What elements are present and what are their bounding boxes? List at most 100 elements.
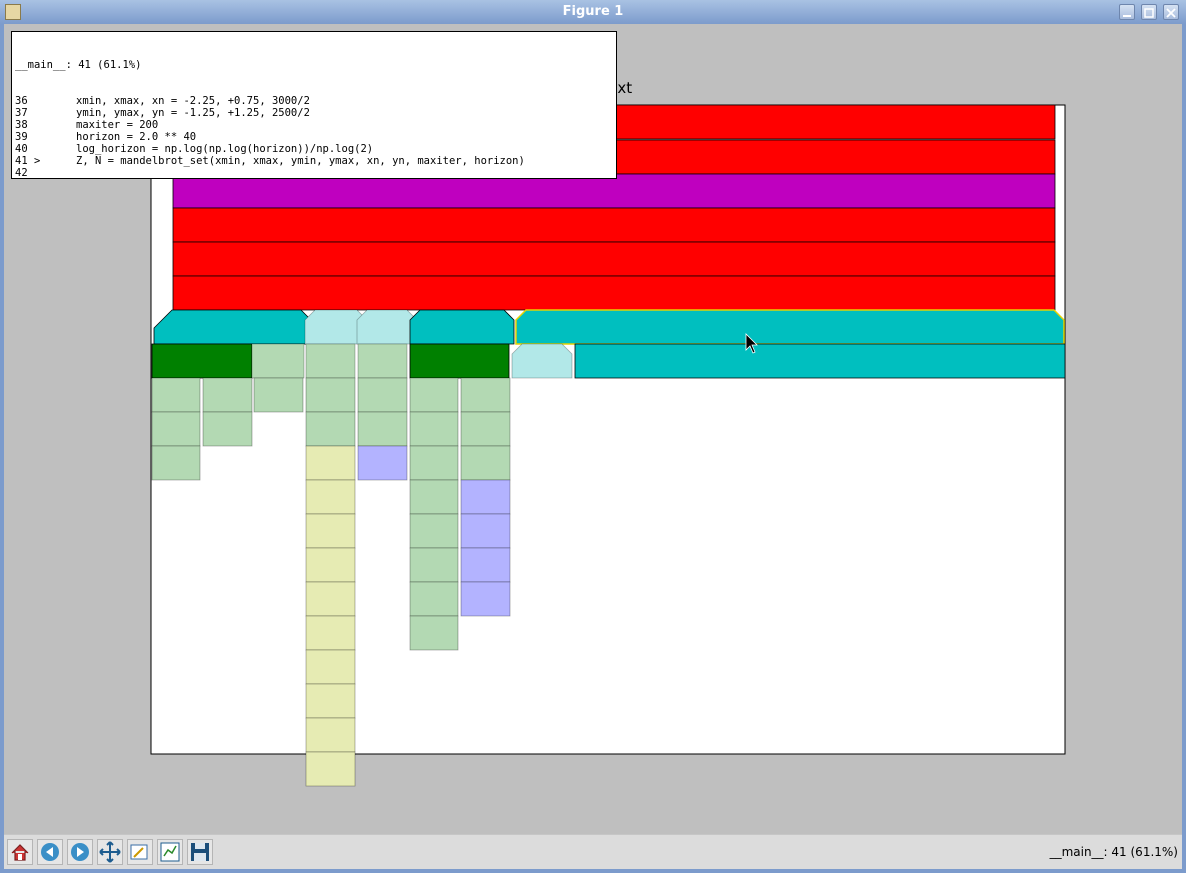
flame-block-dark-green[interactable] — [409, 343, 510, 379]
flame-block-light[interactable] — [460, 411, 511, 447]
minimize-button[interactable] — [1119, 4, 1135, 20]
home-button[interactable] — [7, 839, 33, 865]
tooltip-header: __main__: 41 (61.1%) — [15, 59, 142, 71]
close-icon — [1166, 8, 1176, 18]
tooltip-code-line: 39 horizon = 2.0 ** 40 — [15, 131, 616, 143]
flame-block-light-cyan[interactable] — [356, 309, 418, 345]
window-frame-right — [1182, 24, 1186, 873]
line-number: 39 — [15, 131, 28, 143]
subplots-icon — [160, 842, 180, 862]
flame-block-top[interactable] — [172, 173, 1056, 209]
flame-block-cyan-highlighted[interactable] — [515, 309, 1065, 345]
flame-block-light[interactable] — [460, 479, 511, 515]
flame-block-light[interactable] — [409, 513, 459, 549]
tooltip-code-line: 41 > Z, N = mandelbrot_set(xmin, xmax, ym… — [15, 155, 616, 167]
window-title: Figure 1 — [562, 4, 624, 19]
flame-block-light[interactable] — [460, 377, 511, 413]
flame-block-light[interactable] — [409, 479, 459, 515]
configure-subplots-button[interactable] — [157, 839, 183, 865]
floppy-disk-icon — [191, 843, 209, 861]
line-code: horizon = 2.0 ** 40 — [76, 131, 197, 143]
flame-block-light[interactable] — [305, 513, 356, 549]
flame-block-light[interactable] — [253, 377, 304, 413]
move-icon — [99, 841, 121, 863]
flame-block-light[interactable] — [305, 717, 356, 753]
flame-block-light[interactable] — [460, 581, 511, 617]
tooltip-code-line: 40 log_horizon = np.log(np.log(horizon))/… — [15, 143, 616, 155]
flame-block-top[interactable] — [172, 275, 1056, 311]
line-number: 41 > — [15, 155, 41, 167]
forward-arrow-icon — [71, 843, 89, 861]
flame-block-cyan[interactable] — [153, 309, 320, 345]
flame-block-light[interactable] — [305, 751, 356, 787]
flame-block-light[interactable] — [305, 377, 356, 413]
flame-block-light[interactable] — [409, 615, 459, 651]
flame-block-light[interactable] — [305, 547, 356, 583]
window-frame-bottom — [0, 869, 1186, 873]
line-code: xmin, xmax, xn = -2.25, +0.75, 3000/2 — [76, 95, 310, 107]
flame-block-light[interactable] — [409, 581, 459, 617]
pan-button[interactable] — [97, 839, 123, 865]
flame-block-cyan[interactable] — [574, 343, 1066, 379]
flame-block-light[interactable] — [305, 581, 356, 617]
flame-block-light[interactable] — [202, 377, 253, 413]
maximize-icon — [1144, 8, 1154, 18]
flame-block-dark-green[interactable] — [151, 343, 253, 379]
tooltip-code-line: 36 xmin, xmax, xn = -2.25, +0.75, 3000/2 — [15, 95, 616, 107]
flame-block-light[interactable] — [151, 411, 201, 447]
close-button[interactable] — [1163, 4, 1179, 20]
flame-block-light[interactable] — [409, 377, 459, 413]
flame-block-light-green[interactable] — [357, 343, 408, 379]
tooltip-code-line: 37 ymin, ymax, yn = -1.25, +1.25, 2500/2 — [15, 107, 616, 119]
flame-block-light[interactable] — [357, 445, 408, 481]
flame-block-top[interactable] — [172, 207, 1056, 243]
flame-block-light[interactable] — [151, 377, 201, 413]
flame-block-light[interactable] — [202, 411, 253, 447]
flame-block-light[interactable] — [305, 411, 356, 447]
line-code: ymin, ymax, yn = -1.25, +1.25, 2500/2 — [76, 107, 310, 119]
line-code: maxiter = 200 — [76, 119, 159, 131]
flame-block-light[interactable] — [357, 377, 408, 413]
flame-block-light-green[interactable] — [251, 343, 305, 379]
flame-block-light[interactable] — [460, 445, 511, 481]
line-number: 38 — [15, 119, 28, 131]
forward-button[interactable] — [67, 839, 93, 865]
line-number: 36 — [15, 95, 28, 107]
save-button[interactable] — [187, 839, 213, 865]
home-icon — [11, 844, 29, 861]
flame-block-light[interactable] — [305, 615, 356, 651]
line-number: 42 — [15, 167, 28, 179]
flame-block-light[interactable] — [305, 683, 356, 719]
back-button[interactable] — [37, 839, 63, 865]
zoom-button[interactable] — [127, 839, 153, 865]
window-titlebar[interactable]: Figure 1 — [0, 0, 1186, 25]
line-code: log_horizon = np.log(np.log(horizon))/np… — [76, 143, 374, 155]
navigation-toolbar: __main__: 41 (61.1%) — [4, 834, 1182, 870]
flame-block-light[interactable] — [305, 479, 356, 515]
flame-block-light[interactable] — [357, 411, 408, 447]
line-code: Z, N = mandelbrot_set(xmin, xmax, ymin, … — [76, 155, 525, 167]
flame-block-light[interactable] — [151, 445, 201, 481]
flame-block-light-green[interactable] — [305, 343, 356, 379]
tooltip-code-line: 42 — [15, 167, 616, 179]
flame-block-light[interactable] — [460, 547, 511, 583]
line-number: 37 — [15, 107, 28, 119]
back-arrow-icon — [41, 843, 59, 861]
flame-block-cyan[interactable] — [409, 309, 515, 345]
minimize-icon — [1123, 15, 1131, 17]
flame-block-light[interactable] — [460, 513, 511, 549]
line-number: 40 — [15, 143, 28, 155]
flame-block-light[interactable] — [409, 411, 459, 447]
maximize-button[interactable] — [1141, 4, 1157, 20]
tooltip-code-line: 38 maxiter = 200 — [15, 119, 616, 131]
source-tooltip: __main__: 41 (61.1%) 36 xmin, xmax, xn = … — [11, 31, 617, 179]
flame-block-light[interactable] — [409, 445, 459, 481]
tooltip-code-lines: 36 xmin, xmax, xn = -2.25, +0.75, 3000/2 3… — [15, 95, 616, 179]
flame-block-light[interactable] — [305, 445, 356, 481]
flame-block-top[interactable] — [172, 241, 1056, 277]
flame-block-light-cyan[interactable] — [511, 343, 573, 379]
status-text: __main__: 41 (61.1%) — [1049, 845, 1178, 859]
zoom-rect-icon — [130, 844, 148, 860]
flame-block-light[interactable] — [305, 649, 356, 685]
flame-block-light[interactable] — [409, 547, 459, 583]
